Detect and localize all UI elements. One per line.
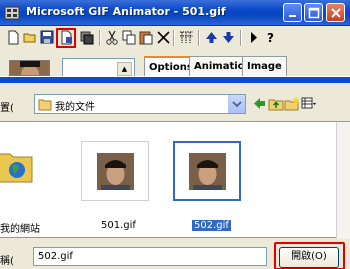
dialog-title-bar	[0, 77, 350, 83]
paste-icon	[139, 31, 153, 45]
new-folder-icon	[284, 96, 300, 111]
insert-button[interactable]	[79, 29, 96, 46]
cut-button[interactable]	[104, 29, 121, 46]
filename-field[interactable]	[33, 247, 267, 266]
chevron-down-icon[interactable]	[228, 95, 245, 113]
copy-icon	[122, 30, 136, 45]
open-icon	[23, 33, 36, 43]
help-icon: ?	[267, 31, 274, 45]
file-label: 501.gif	[101, 220, 136, 231]
title-bar: Microsoft GIF Animator - 501.gif	[0, 0, 350, 26]
frame-thumbnail[interactable]	[9, 60, 50, 76]
new-button[interactable]	[5, 29, 22, 46]
filename-label: 稱(	[0, 256, 14, 267]
insert-icon	[80, 31, 94, 45]
paste-button[interactable]	[138, 29, 155, 46]
move-up-button[interactable]	[203, 29, 220, 46]
help-button[interactable]: ?	[262, 29, 279, 46]
maximize-button[interactable]	[304, 3, 323, 22]
play-icon	[251, 32, 257, 43]
svg-text:?: ?	[267, 31, 274, 45]
file-label-selected: 502.gif	[192, 220, 231, 231]
open-button[interactable]: 開啟(O)	[279, 247, 339, 268]
back-arrow-icon	[254, 98, 265, 109]
minimize-button[interactable]	[283, 3, 302, 22]
face-image	[97, 153, 134, 190]
minimize-icon	[289, 15, 296, 17]
copy-button[interactable]	[121, 29, 138, 46]
close-button[interactable]	[326, 3, 345, 22]
close-icon	[331, 8, 341, 18]
face-image	[10, 61, 49, 75]
file-label: 我的網站	[0, 224, 40, 235]
folder-with-globe-icon[interactable]	[0, 148, 34, 184]
up-folder-icon	[268, 99, 284, 111]
select-all-button[interactable]	[178, 29, 195, 46]
vertical-scrollbar[interactable]	[336, 122, 350, 239]
scroll-up-button[interactable]: ▲	[117, 62, 132, 76]
view-menu-button[interactable]	[300, 95, 317, 112]
filename-input[interactable]	[34, 248, 266, 265]
back-button[interactable]	[251, 95, 268, 112]
delete-icon	[157, 31, 170, 44]
toolbar: ?	[0, 26, 350, 50]
open-file-dialog: 置( 我的文件 我的網站 501.gif 502.gif 稱(502.gif …	[0, 76, 350, 269]
look-in-dropdown[interactable]: 我的文件	[34, 94, 246, 114]
folder-icon	[38, 99, 52, 111]
save-as-icon	[61, 30, 72, 45]
open-button[interactable]	[22, 29, 39, 46]
move-down-icon	[223, 32, 234, 43]
delete-button[interactable]	[155, 29, 172, 46]
up-folder-button[interactable]	[268, 95, 285, 112]
move-up-icon	[206, 32, 217, 43]
new-folder-button[interactable]	[284, 95, 301, 112]
maximize-icon	[308, 7, 320, 19]
select-all-icon	[180, 31, 193, 43]
look-in-value: 我的文件	[55, 102, 95, 113]
file-list-view[interactable]: 我的網站 501.gif 502.gif	[0, 121, 350, 239]
file-thumbnail-selected[interactable]	[173, 141, 241, 201]
file-thumbnail[interactable]	[81, 141, 149, 201]
new-icon	[8, 30, 19, 45]
cut-icon	[106, 30, 118, 45]
tab-image[interactable]: Image	[242, 56, 287, 76]
play-button[interactable]	[245, 29, 262, 46]
look-in-label: 置(	[0, 103, 14, 114]
window-title: Microsoft GIF Animator - 501.gif	[26, 5, 226, 18]
save-as-button[interactable]	[58, 29, 75, 46]
save-icon	[40, 30, 54, 44]
view-menu-icon	[301, 97, 316, 109]
move-down-button[interactable]	[220, 29, 237, 46]
animator-body: ▲ Options Animation Image	[0, 50, 350, 76]
gif-animator-app-icon	[4, 6, 20, 20]
face-image	[189, 153, 226, 190]
save-button[interactable]	[39, 29, 56, 46]
